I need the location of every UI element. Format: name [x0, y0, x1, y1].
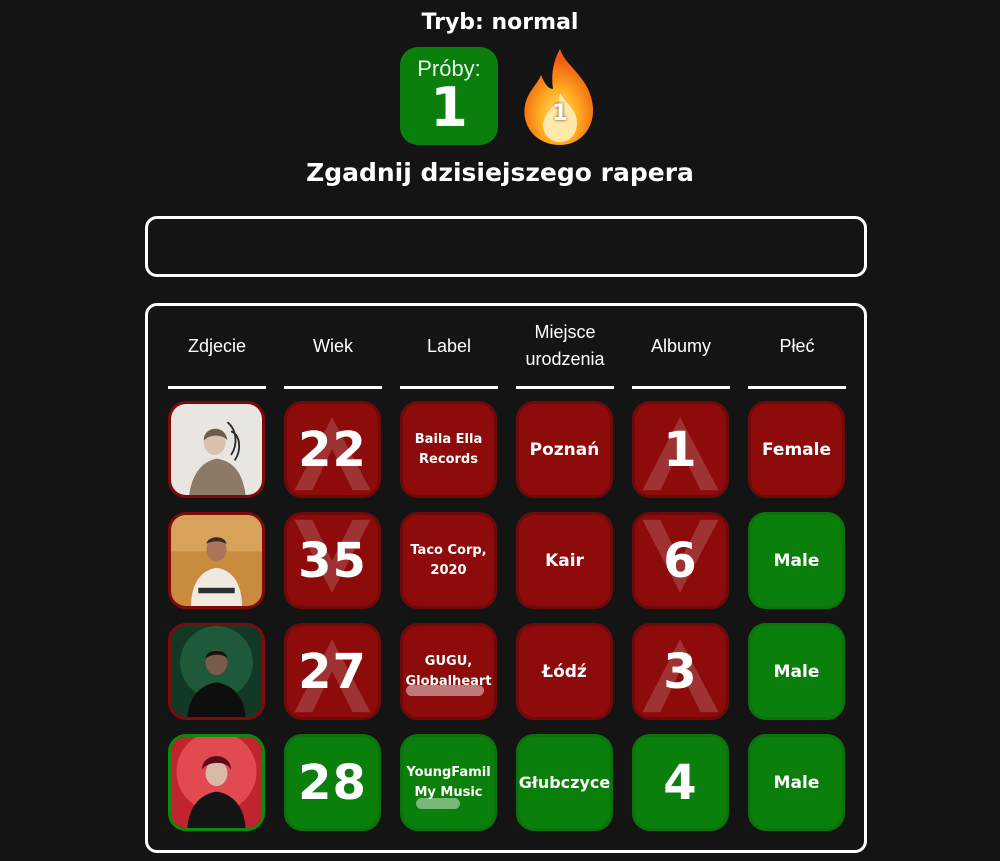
- mode-title: Tryb: normal: [421, 10, 579, 35]
- label-cell: YoungFamil My Music: [400, 734, 497, 831]
- scrollbar[interactable]: [416, 798, 460, 809]
- albums-cell: 4: [632, 734, 729, 831]
- search-box[interactable]: [145, 216, 867, 277]
- column-header-photo: Zdjecie: [187, 335, 247, 356]
- label-cell: Taco Corp, 2020: [400, 512, 497, 609]
- column-header-label: Label: [426, 335, 472, 356]
- rapper-search-input[interactable]: [148, 219, 864, 274]
- gender-cell: Male: [748, 623, 845, 720]
- age-value: 35: [298, 532, 367, 589]
- age-cell: 27: [284, 623, 381, 720]
- column-header-albums: Albumy: [650, 335, 712, 356]
- albums-cell: 6: [632, 512, 729, 609]
- header-underline: [516, 386, 614, 389]
- guess-board: Zdjecie Wiek Label Miejsce urodzenia Alb…: [145, 303, 867, 853]
- gender-value: Male: [773, 550, 820, 571]
- age-value: 27: [298, 643, 367, 700]
- label-cell: GUGU, Globalheart: [400, 623, 497, 720]
- portrait-image: [171, 737, 262, 828]
- age-cell: 28: [284, 734, 381, 831]
- page-subtitle: Zgadnij dzisiejszego rapera: [306, 158, 694, 187]
- portrait-image: [171, 404, 262, 495]
- rapper-photo: [168, 623, 265, 720]
- streak-counter: 1: [515, 45, 605, 149]
- age-cell: 35: [284, 512, 381, 609]
- column-header-birthplace: Miejsce urodzenia: [525, 322, 605, 369]
- column-header-age: Wiek: [313, 335, 353, 356]
- gender-cell: Male: [748, 512, 845, 609]
- header-underline: [632, 386, 730, 389]
- birthplace-value: Kair: [545, 550, 584, 571]
- label-cell: Baila Ella Records: [400, 401, 497, 498]
- portrait-image: [171, 626, 262, 717]
- birthplace-cell: Kair: [516, 512, 613, 609]
- albums-value: 3: [663, 643, 698, 700]
- header-underline: [748, 386, 846, 389]
- age-cell: 22: [284, 401, 381, 498]
- tries-counter: Próby: 1: [400, 47, 498, 145]
- gender-cell: Female: [748, 401, 845, 498]
- portrait-image: [171, 515, 262, 606]
- label-value: Baila Ella Records: [414, 431, 483, 467]
- header-underline: [168, 386, 266, 389]
- rapper-photo: [168, 512, 265, 609]
- rapper-photo: [168, 734, 265, 831]
- albums-cell: 3: [632, 623, 729, 720]
- birthplace-cell: Głubczyce: [516, 734, 613, 831]
- birthplace-value: Głubczyce: [518, 773, 611, 792]
- birthplace-cell: Poznań: [516, 401, 613, 498]
- albums-value: 4: [663, 754, 698, 811]
- header-underline: [284, 386, 382, 389]
- header-underline: [400, 386, 498, 389]
- birthplace-cell: Łódź: [516, 623, 613, 720]
- rapper-photo: [168, 401, 265, 498]
- tries-value: 1: [430, 76, 468, 139]
- birthplace-value: Łódź: [542, 661, 587, 682]
- albums-value: 6: [663, 532, 698, 589]
- age-value: 28: [298, 754, 367, 811]
- scrollbar[interactable]: [406, 685, 484, 696]
- label-value: Taco Corp, 2020: [410, 542, 487, 578]
- label-value: YoungFamil My Music: [406, 764, 491, 800]
- albums-value: 1: [663, 421, 698, 478]
- gender-cell: Male: [748, 734, 845, 831]
- gender-value: Male: [773, 661, 820, 682]
- albums-cell: 1: [632, 401, 729, 498]
- column-header-gender: Płeć: [779, 335, 815, 356]
- gender-value: Female: [762, 439, 831, 460]
- gender-value: Male: [773, 772, 820, 793]
- age-value: 22: [298, 421, 367, 478]
- streak-value: 1: [552, 101, 568, 126]
- fire-icon: [524, 49, 594, 145]
- birthplace-value: Poznań: [529, 439, 600, 460]
